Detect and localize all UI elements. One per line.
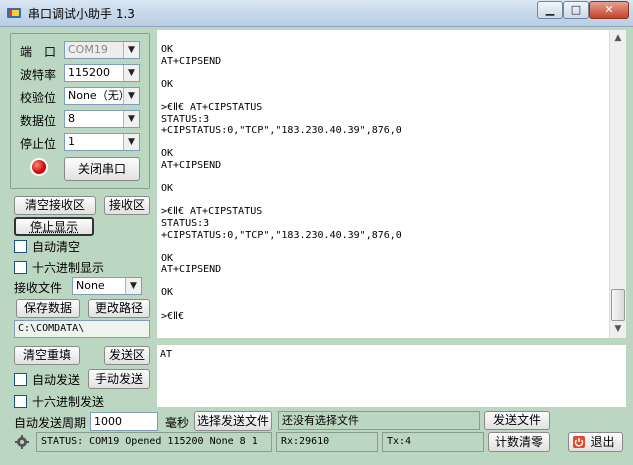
manual-send-button[interactable]: 手动发送 [88,369,150,389]
receive-line [161,276,609,288]
save-data-button[interactable]: 保存数据 [16,299,80,318]
stopbits-select[interactable]: 1 ▼ [64,133,140,151]
chevron-down-icon: ▼ [125,278,141,294]
receive-line [161,137,609,149]
receive-line [161,90,609,102]
receive-line: OK [161,183,174,195]
chevron-down-icon: ▼ [123,42,139,58]
close-window-button[interactable]: ✕ [589,1,629,19]
receive-file-select[interactable]: None ▼ [72,277,142,295]
receive-line: >€Ⅱ€ AT+CIPSTATUS [161,206,263,218]
receive-line [161,299,609,311]
baud-value: 115200 [68,66,110,79]
send-content: AT [160,349,173,360]
hex-display-label: 十六进制显示 [32,261,105,275]
stopbits-value: 1 [68,135,75,148]
close-icon: ✕ [604,3,614,16]
port-select[interactable]: COM19 ▼ [64,41,140,59]
receive-line [161,241,609,253]
maximize-button[interactable]: □ [563,1,589,19]
window-title: 串口调试小助手 1.3 [28,7,135,21]
exit-label: 退出 [590,435,615,449]
port-status-led-icon [32,160,46,174]
receive-line: +CIPSTATUS:0,"TCP","183.230.40.39",876,0 [161,229,402,241]
status-text: STATUS: COM19 Opened 115200 None 8 1 [36,432,272,452]
chevron-down-icon: ▼ [123,111,139,127]
receive-line: OK [161,44,174,55]
port-label: 端 口 [20,45,57,59]
tx-count: Tx:4 [382,432,484,452]
auto-send-label: 自动发送 [32,373,81,387]
receive-line: OK [161,287,174,299]
choose-file-button[interactable]: 选择发送文件 [194,411,272,431]
receive-line [161,67,609,79]
ms-label: 毫秒 [165,416,190,430]
minimize-icon: ▁ [545,3,555,16]
databits-label: 数据位 [20,114,57,128]
maximize-icon: □ [570,3,582,16]
hex-display-checkbox[interactable] [14,261,27,274]
send-textarea[interactable]: AT [157,345,626,407]
parity-select[interactable]: None（无） ▼ [64,87,140,105]
title-bar: 串口调试小助手 1.3 ▁ □ ✕ [0,0,633,27]
chevron-down-icon: ▼ [123,65,139,81]
file-status-field: 还没有选择文件 [278,411,480,430]
scroll-down-icon[interactable]: ▼ [610,321,626,338]
auto-send-checkbox[interactable] [14,373,27,386]
exit-icon [573,436,585,448]
clear-send-button[interactable]: 清空重填 [14,346,80,365]
receive-area-button[interactable]: 接收区 [104,196,150,215]
clear-receive-button[interactable]: 清空接收区 [14,196,96,215]
receive-scrollbar[interactable]: ▲ ▼ [609,30,626,338]
stop-display-button[interactable]: 停止显示 [14,217,94,236]
receive-line: AT+CIPSEND [161,264,222,276]
baud-select[interactable]: 115200 ▼ [64,64,140,82]
receive-line: STATUS:3 [161,217,210,229]
receive-line: >€Ⅱ€ [161,310,184,322]
reset-count-button[interactable]: 计数清零 [488,432,550,452]
chevron-down-icon: ▼ [123,134,139,150]
period-label: 自动发送周期 [14,416,87,430]
databits-value: 8 [68,112,75,125]
receive-line: >€Ⅱ€ AT+CIPSTATUS [161,101,263,113]
port-value: COM19 [68,43,108,56]
hex-send-checkbox[interactable] [14,395,27,408]
receive-line [161,195,609,207]
receive-textarea[interactable]: OK AT+CIPSEND OK >€Ⅱ€ AT+CIPSTATUS STATUS:3 +… [157,30,609,338]
receive-line: AT+CIPSEND [161,159,222,171]
receive-line: OK [161,148,174,160]
receive-line: OK [161,252,174,264]
settings-icon [15,435,29,449]
receive-line [161,172,609,184]
hex-send-label: 十六进制发送 [32,395,105,409]
parity-value: None（无） [68,89,130,102]
minimize-button[interactable]: ▁ [537,1,563,19]
stopbits-label: 停止位 [20,137,57,151]
scroll-up-icon[interactable]: ▲ [610,30,626,47]
auto-clear-label: 自动清空 [32,240,81,254]
chevron-down-icon: ▼ [123,88,139,104]
scroll-thumb[interactable] [611,289,625,321]
receive-line: AT+CIPSEND [161,55,222,67]
baud-label: 波特率 [20,68,57,82]
receive-line: +CIPSTATUS:0,"TCP","183.230.40.39",876,0 [161,125,402,137]
parity-label: 校验位 [20,91,57,105]
exit-button[interactable]: 退出 [568,432,623,452]
rx-count: Rx:29610 [276,432,378,452]
receive-file-label: 接收文件 [14,281,63,295]
send-file-button[interactable]: 发送文件 [484,411,550,430]
change-path-button[interactable]: 更改路径 [88,299,150,318]
databits-select[interactable]: 8 ▼ [64,110,140,128]
receive-file-value: None [76,279,105,292]
receive-line: OK [161,78,174,90]
period-input[interactable]: 1000 [90,412,158,431]
send-area-button[interactable]: 发送区 [104,346,150,365]
receive-line: STATUS:3 [161,113,210,125]
auto-clear-checkbox[interactable] [14,240,27,253]
app-icon [7,8,21,18]
save-path-field: C:\COMDATA\ [14,320,150,338]
close-port-button[interactable]: 关闭串口 [64,157,140,181]
